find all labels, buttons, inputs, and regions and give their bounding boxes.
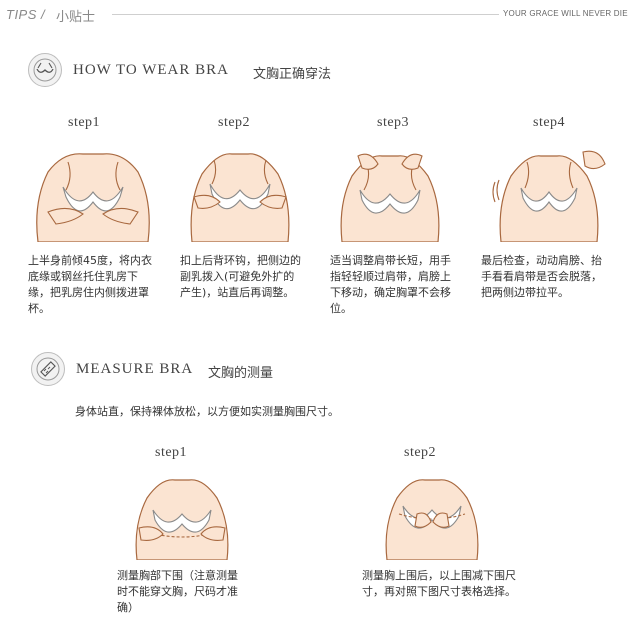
header-slogan: YOUR GRACE WILL NEVER DIE (503, 9, 628, 18)
wear-step1-desc: 上半身前倾45度，将内衣底缘或钢丝托住乳房下缘，把乳房住内侧拨进罩杯。 (28, 254, 152, 315)
wear-step2-label: step2 (218, 115, 251, 130)
wear-title-cn: 文胸正确穿法 (253, 67, 332, 82)
bra-icon (28, 53, 62, 87)
measure-step2-desc: 测量胸上围后，以上围减下围尺寸，再对照下图尺寸表格选择。 (362, 569, 516, 598)
measure-step2-label: step2 (404, 445, 437, 460)
tips-separator: / (41, 7, 46, 22)
measure-step1-desc: 测量胸部下围（注意测量时不能穿文胸，尺码才准确） (117, 569, 238, 614)
header-divider (112, 14, 499, 15)
measure-title-en: MEASURE BRA (76, 361, 194, 377)
wear-step4-illustration (487, 142, 612, 242)
wear-step2-desc: 扣上后背环钩，把侧边的副乳拨入(可避免外扩的产生)，站直后再调整。 (180, 254, 301, 299)
wear-step1-illustration (28, 142, 158, 242)
wear-step2-illustration (180, 142, 300, 242)
wear-step3-desc: 适当调整肩带长短，用手指轻轻顺过肩带，肩膀上下移动，确定胸罩不会移位。 (330, 254, 451, 315)
wear-step4-label: step4 (533, 115, 566, 130)
measure-step2-illustration (377, 470, 487, 560)
measure-step1-label: step1 (155, 445, 188, 460)
tips-text: TIPS (6, 7, 37, 22)
wear-step1-label: step1 (68, 115, 101, 130)
measure-intro: 身体站直，保持裸体放松，以方便如实测量胸围尺寸。 (75, 405, 339, 418)
ruler-icon (31, 352, 65, 386)
header-title: 小贴士 (56, 10, 96, 25)
tips-label: TIPS / (6, 7, 45, 22)
wear-step3-label: step3 (377, 115, 410, 130)
measure-title-cn: 文胸的测量 (208, 366, 274, 381)
wear-step4-desc: 最后检查，动动肩膀、抬手看看肩带是否会脱落，把两侧边带拉平。 (481, 254, 602, 299)
wear-title-en: HOW TO WEAR BRA (73, 62, 229, 78)
wear-step3-illustration (330, 142, 450, 242)
measure-step1-illustration (127, 470, 237, 560)
